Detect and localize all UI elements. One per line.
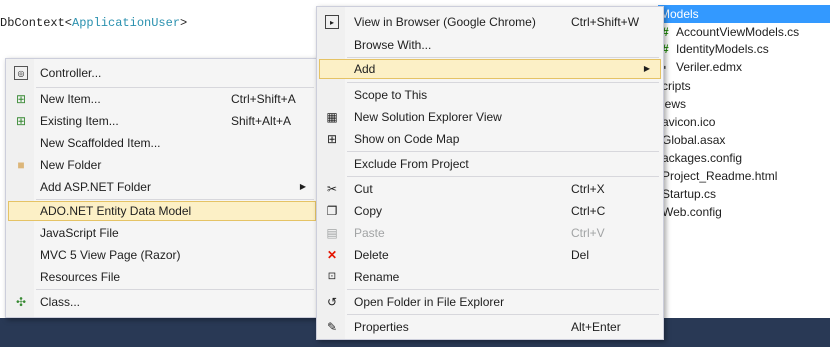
menu-item-paste[interactable]: ▤ Paste Ctrl+V bbox=[319, 223, 661, 243]
copy-icon: ❐ bbox=[326, 204, 338, 218]
tree-item-label: Startup.cs bbox=[662, 187, 717, 201]
tree-item-label: Web.config bbox=[662, 205, 722, 219]
existing-item-icon: ⊞ bbox=[15, 114, 27, 128]
menu-item-mvc5-view-page[interactable]: MVC 5 View Page (Razor) bbox=[8, 245, 316, 265]
tree-item-accountviewmodels[interactable]: # AccountViewModels.cs bbox=[662, 23, 799, 41]
menu-item-show-on-code-map[interactable]: ⊞ Show on Code Map bbox=[319, 129, 661, 149]
menu-item-resources-file[interactable]: Resources File bbox=[8, 267, 316, 287]
tree-item-models[interactable]: Models bbox=[658, 5, 830, 23]
cut-icon: ✂ bbox=[326, 182, 338, 196]
menu-item-new-solution-explorer-view[interactable]: ▦ New Solution Explorer View bbox=[319, 107, 661, 127]
tree-item-veriler[interactable]: ▪ Veriler.edmx bbox=[662, 58, 742, 76]
menu-item-new-folder[interactable]: ■ New Folder bbox=[8, 155, 316, 175]
delete-icon: ✕ bbox=[326, 248, 338, 262]
properties-icon: ✎ bbox=[326, 320, 338, 334]
menu-item-new-item[interactable]: ⊞ New Item... Ctrl+Shift+A bbox=[8, 89, 316, 109]
csharp-file-icon: # bbox=[662, 42, 669, 56]
csharp-file-icon: # bbox=[662, 25, 669, 39]
tree-item-favicon[interactable]: avicon.ico bbox=[662, 113, 715, 131]
menu-item-rename[interactable]: ⊡ Rename bbox=[319, 267, 661, 287]
submenu-arrow-icon: ▶ bbox=[299, 182, 306, 191]
tree-item-label: Models bbox=[660, 7, 699, 21]
tree-item-label: cripts bbox=[662, 79, 691, 93]
folder-icon: ■ bbox=[17, 158, 25, 172]
menu-item-add-aspnet-folder[interactable]: Add ASP.NET Folder ▶ bbox=[8, 177, 316, 197]
code-type-token: ApplicationUser bbox=[72, 16, 181, 30]
tree-item-label: ackages.config bbox=[662, 151, 743, 165]
menu-item-ado-net-entity-data-model[interactable]: ADO.NET Entity Data Model bbox=[8, 201, 316, 221]
tree-item-label: iews bbox=[662, 97, 687, 111]
tree-item-views[interactable]: iews bbox=[662, 95, 686, 113]
class-icon: ✣ bbox=[15, 295, 27, 309]
edmx-file-icon: ▪ bbox=[662, 60, 667, 74]
menu-item-cut[interactable]: ✂ Cut Ctrl+X bbox=[319, 179, 661, 199]
rename-icon: ⊡ bbox=[327, 271, 337, 282]
menu-item-controller[interactable]: ◎ Controller... bbox=[8, 63, 316, 83]
tree-item-label: Veriler.edmx bbox=[676, 60, 743, 74]
submenu-arrow-icon: ▶ bbox=[643, 64, 650, 73]
menu-item-add[interactable]: Add ▶ bbox=[319, 59, 661, 79]
menu-item-existing-item[interactable]: ⊞ Existing Item... Shift+Alt+A bbox=[8, 111, 316, 131]
tree-item-label: AccountViewModels.cs bbox=[676, 25, 800, 39]
menu-item-delete[interactable]: ✕ Delete Del bbox=[319, 245, 661, 265]
add-submenu: ◎ Controller... ⊞ New Item... Ctrl+Shift+A … bbox=[5, 58, 319, 318]
tree-item-startup[interactable]: Startup.cs bbox=[662, 185, 716, 203]
menu-item-view-in-browser[interactable]: ▸ View in Browser (Google Chrome) Ctrl+Shi… bbox=[319, 12, 661, 32]
browser-icon: ▸ bbox=[325, 15, 339, 29]
paste-icon: ▤ bbox=[326, 226, 338, 240]
tree-item-identitymodels[interactable]: # IdentityModels.cs bbox=[662, 40, 769, 58]
tree-item-scripts[interactable]: cripts bbox=[662, 77, 691, 95]
code-token: DbContext< bbox=[0, 16, 73, 30]
tree-item-global[interactable]: Global.asax bbox=[662, 131, 725, 149]
tree-item-label: Global.asax bbox=[662, 133, 726, 147]
solution-explorer-view-icon: ▦ bbox=[326, 110, 338, 124]
tree-item-webconfig[interactable]: Web.config bbox=[662, 203, 722, 221]
tree-item-label: avicon.ico bbox=[662, 115, 716, 129]
controller-icon: ◎ bbox=[14, 66, 28, 80]
menu-item-new-scaffolded-item[interactable]: New Scaffolded Item... bbox=[8, 133, 316, 153]
code-map-icon: ⊞ bbox=[326, 132, 338, 146]
menu-item-class[interactable]: ✣ Class... bbox=[8, 292, 316, 312]
menu-item-javascript-file[interactable]: JavaScript File bbox=[8, 223, 316, 243]
menu-item-exclude-from-project[interactable]: Exclude From Project bbox=[319, 154, 661, 174]
code-line: DbContext<ApplicationUser> bbox=[0, 16, 187, 30]
tree-item-label: Project_Readme.html bbox=[662, 169, 778, 183]
code-token: > bbox=[180, 16, 188, 30]
menu-item-browse-with[interactable]: Browse With... bbox=[319, 35, 661, 55]
tree-item-readme[interactable]: Project_Readme.html bbox=[662, 167, 777, 185]
tree-item-label: IdentityModels.cs bbox=[676, 42, 769, 56]
menu-item-open-folder-in-file-explorer[interactable]: ↺ Open Folder in File Explorer bbox=[319, 292, 661, 312]
open-folder-icon: ↺ bbox=[326, 295, 338, 309]
menu-item-scope-to-this[interactable]: Scope to This bbox=[319, 85, 661, 105]
tree-item-packages[interactable]: ackages.config bbox=[662, 149, 742, 167]
new-item-icon: ⊞ bbox=[15, 92, 27, 106]
menu-item-copy[interactable]: ❐ Copy Ctrl+C bbox=[319, 201, 661, 221]
context-menu: ▸ View in Browser (Google Chrome) Ctrl+Shi… bbox=[316, 6, 664, 340]
menu-item-properties[interactable]: ✎ Properties Alt+Enter bbox=[319, 317, 661, 337]
